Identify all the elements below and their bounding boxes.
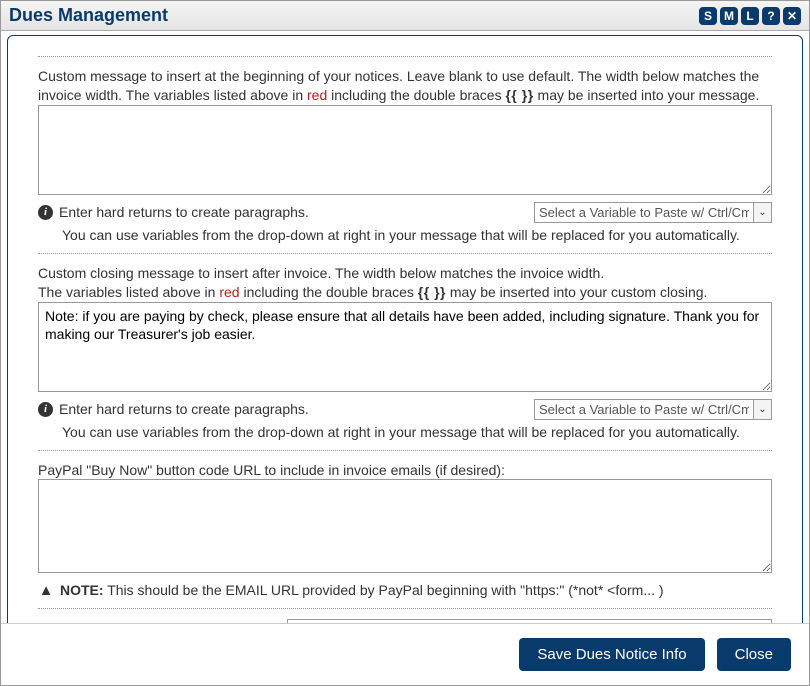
dues-management-window: Dues Management S M L ? ✕ Custom message… — [0, 0, 810, 686]
text: including the double braces — [240, 284, 418, 300]
closing-message-subnote: You can use variables from the drop-down… — [62, 424, 772, 440]
divider — [38, 450, 772, 451]
text-braces: {{ }} — [418, 284, 446, 300]
info-icon: i — [38, 205, 53, 220]
text-braces: {{ }} — [505, 87, 533, 103]
text: The variables listed above in — [38, 284, 219, 300]
variable-select-wrap: Select a Variable to Paste w/ Ctrl/Cmd-V… — [534, 399, 772, 420]
divider — [38, 608, 772, 609]
closing-message-textarea[interactable] — [38, 302, 772, 392]
size-m-button[interactable]: M — [720, 7, 738, 25]
closing-message-intro: Custom closing message to insert after i… — [38, 264, 772, 302]
custom-message-subnote: You can use variables from the drop-down… — [62, 227, 772, 243]
window-title: Dues Management — [9, 5, 168, 26]
closing-message-info-row: i Enter hard returns to create paragraph… — [38, 399, 772, 420]
size-l-button[interactable]: L — [741, 7, 759, 25]
divider — [38, 253, 772, 254]
chevron-down-icon[interactable]: ⌄ — [754, 399, 772, 420]
footer: Save Dues Notice Info Close — [1, 623, 809, 685]
text-red: red — [219, 284, 239, 300]
text: may be inserted into your custom closing… — [446, 284, 707, 300]
paypal-note: ▲ NOTE: This should be the EMAIL URL pro… — [38, 582, 772, 598]
warning-icon: ▲ — [38, 582, 54, 598]
size-s-button[interactable]: S — [699, 7, 717, 25]
text: including the double braces — [327, 87, 505, 103]
paypal-url-textarea[interactable] — [38, 479, 772, 573]
hint-text: Enter hard returns to create paragraphs. — [59, 401, 309, 417]
paypal-label: PayPal "Buy Now" button code URL to incl… — [38, 461, 772, 480]
titlebar-actions: S M L ? ✕ — [699, 7, 801, 25]
text: Custom closing message to insert after i… — [38, 265, 604, 281]
divider — [38, 56, 772, 57]
custom-message-info-row: i Enter hard returns to create paragraph… — [38, 202, 772, 223]
help-button[interactable]: ? — [762, 7, 780, 25]
variable-select-wrap: Select a Variable to Paste w/ Ctrl/Cmd-V… — [534, 202, 772, 223]
close-button[interactable]: Close — [717, 638, 791, 671]
content-scroll[interactable]: Custom message to insert at the beginnin… — [1, 31, 809, 623]
text-red: red — [307, 87, 327, 103]
titlebar-close-button[interactable]: ✕ — [783, 7, 801, 25]
text: may be inserted into your message. — [534, 87, 760, 103]
chevron-down-icon[interactable]: ⌄ — [754, 202, 772, 223]
titlebar: Dues Management S M L ? ✕ — [1, 1, 809, 31]
info-icon: i — [38, 402, 53, 417]
custom-message-textarea[interactable] — [38, 105, 772, 195]
custom-message-intro: Custom message to insert at the beginnin… — [38, 67, 772, 105]
note-text: This should be the EMAIL URL provided by… — [104, 582, 664, 598]
custom-message-variable-select[interactable]: Select a Variable to Paste w/ Ctrl/Cmd-V — [534, 202, 754, 223]
closing-message-variable-select[interactable]: Select a Variable to Paste w/ Ctrl/Cmd-V — [534, 399, 754, 420]
hint-text: Enter hard returns to create paragraphs. — [59, 204, 309, 220]
form-panel: Custom message to insert at the beginnin… — [7, 35, 803, 623]
save-button[interactable]: Save Dues Notice Info — [519, 638, 704, 671]
note-strong: NOTE: — [60, 582, 104, 598]
